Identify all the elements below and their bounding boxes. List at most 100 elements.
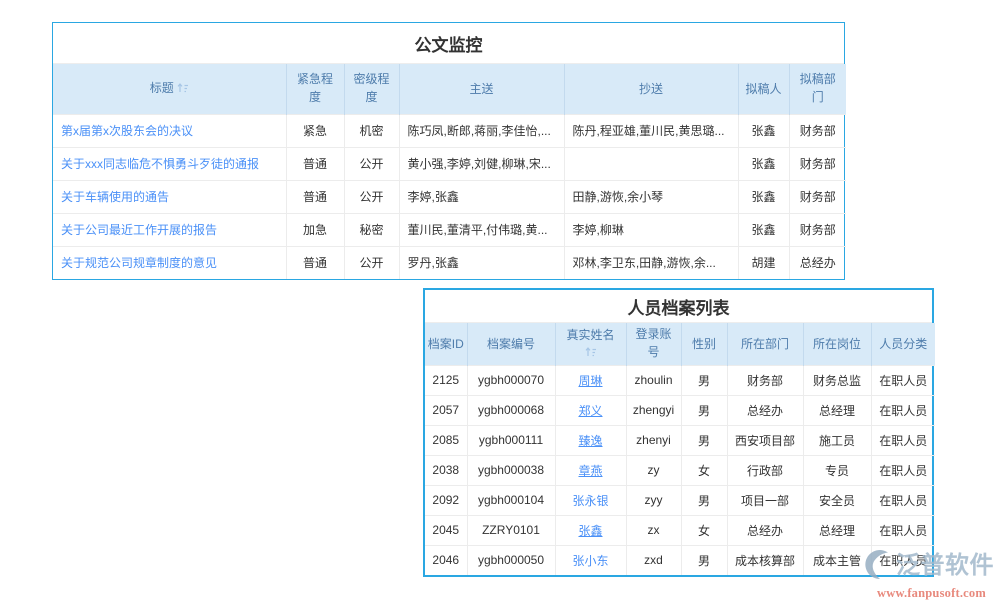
cell-department: 财务部 (727, 365, 803, 395)
cell-main-send: 李婷,张鑫 (399, 180, 564, 213)
column-label: 所在部门 (741, 337, 789, 351)
cell-title: 第x届第x次股东会的决议 (53, 114, 286, 147)
column-label: 档案ID (428, 337, 464, 351)
fanpu-url-text: www.fanpusoft.com (877, 586, 1000, 600)
cell-gender: 女 (681, 455, 727, 485)
column-label: 性别 (692, 337, 716, 351)
cell-main-send: 董川民,董清平,付伟璐,黄... (399, 213, 564, 246)
cell-main-send: 陈巧凤,断郎,蒋丽,李佳怡,... (399, 114, 564, 147)
doc-monitor-title: 公文监控 (53, 23, 844, 64)
cell-login-account: zxd (626, 545, 681, 575)
doc-row: 关于规范公司规章制度的意见普通公开罗丹,张鑫邓林,李卫东,田静,游恢,余...胡… (53, 246, 846, 279)
cell-gender: 男 (681, 395, 727, 425)
cell-department: 总经办 (727, 395, 803, 425)
doc-monitor-table: 公文监控 标题 紧急程度密级程度 主送 抄送 拟稿人拟稿部门 第x届第x次股东会的决议紧… (52, 22, 845, 280)
cell-real-name: 张永银 (555, 485, 626, 515)
cell-archive-code: ygbh000111 (467, 425, 555, 455)
cell-real-name: 章燕 (555, 455, 626, 485)
cell-real-name: 张小东 (555, 545, 626, 575)
cell-department: 项目一部 (727, 485, 803, 515)
cell-title: 关于xxx同志临危不惧勇斗歹徒的通报 (53, 147, 286, 180)
real-name-link[interactable]: 张鑫 (578, 524, 602, 538)
cell-real-name: 周琳 (555, 365, 626, 395)
column-label: 抄送 (639, 82, 663, 96)
doc-title-link[interactable]: 关于规范公司规章制度的意见 (61, 256, 217, 270)
personnel-row: 2085ygbh000111臻逸zhenyi男西安项目部施工员在职人员 (425, 425, 935, 455)
doc-row: 第x届第x次股东会的决议紧急机密陈巧凤,断郎,蒋丽,李佳怡,...陈丹,程亚雄,… (53, 114, 846, 147)
cell-gender: 男 (681, 365, 727, 395)
cell-category: 在职人员 (871, 485, 935, 515)
cell-cc-send: 邓林,李卫东,田静,游恢,余... (564, 246, 738, 279)
cell-archive-id: 2092 (425, 485, 467, 515)
column-header-cc-send[interactable]: 抄送 (564, 64, 738, 114)
column-label: 主送 (469, 82, 493, 96)
personnel-row: 2038ygbh000038章燕zy女行政部专员在职人员 (425, 455, 935, 485)
cell-archive-code: ygbh000070 (467, 365, 555, 395)
column-header-main-send[interactable]: 主送 (399, 64, 564, 114)
doc-title-link[interactable]: 关于xxx同志临危不惧勇斗歹徒的通报 (61, 157, 259, 171)
cell-drafter: 张鑫 (738, 180, 789, 213)
cell-category: 在职人员 (871, 365, 935, 395)
column-label: 密级程度 (354, 71, 390, 106)
column-header-urgency[interactable]: 紧急程度 (286, 64, 344, 114)
real-name-link[interactable]: 周琳 (578, 374, 602, 388)
doc-title-link[interactable]: 关于车辆使用的通告 (61, 190, 169, 204)
fanpu-swoosh-icon (858, 546, 894, 586)
cell-post: 施工员 (803, 425, 871, 455)
cell-urgency: 普通 (286, 180, 344, 213)
personnel-archive-table: 人员档案列表 档案ID档案编号真实姓名登录账号性别所在部门所在岗位人员分类 21… (423, 288, 934, 577)
real-name-link[interactable]: 张永银 (572, 494, 608, 508)
real-name-link[interactable]: 张小东 (572, 554, 608, 568)
cell-title: 关于规范公司规章制度的意见 (53, 246, 286, 279)
cell-post: 总经理 (803, 395, 871, 425)
column-label: 登录账号 (636, 326, 672, 361)
cell-title: 关于车辆使用的通告 (53, 180, 286, 213)
real-name-link[interactable]: 臻逸 (578, 434, 602, 448)
column-header-gender[interactable]: 性别 (681, 323, 727, 365)
column-header-post[interactable]: 所在岗位 (803, 323, 871, 365)
cell-title: 关于公司最近工作开展的报告 (53, 213, 286, 246)
column-header-category[interactable]: 人员分类 (871, 323, 935, 365)
real-name-link[interactable]: 章燕 (578, 464, 602, 478)
real-name-link[interactable]: 郑义 (578, 404, 602, 418)
cell-main-send: 黄小强,李婷,刘健,柳琳,宋... (399, 147, 564, 180)
cell-cc-send: 李婷,柳琳 (564, 213, 738, 246)
cell-real-name: 郑义 (555, 395, 626, 425)
column-header-title[interactable]: 标题 (53, 64, 286, 114)
column-header-security[interactable]: 密级程度 (344, 64, 399, 114)
column-header-draft-dept[interactable]: 拟稿部门 (789, 64, 846, 114)
cell-drafter: 张鑫 (738, 114, 789, 147)
cell-archive-code: ygbh000050 (467, 545, 555, 575)
cell-draft-dept: 财务部 (789, 114, 846, 147)
cell-archive-id: 2046 (425, 545, 467, 575)
cell-archive-id: 2045 (425, 515, 467, 545)
cell-real-name: 张鑫 (555, 515, 626, 545)
cell-archive-code: ygbh000038 (467, 455, 555, 485)
column-header-archive-id[interactable]: 档案ID (425, 323, 467, 365)
doc-title-link[interactable]: 关于公司最近工作开展的报告 (61, 223, 217, 237)
cell-security: 公开 (344, 180, 399, 213)
doc-row: 关于车辆使用的通告普通公开李婷,张鑫田静,游恢,余小琴张鑫财务部 (53, 180, 846, 213)
column-header-real-name[interactable]: 真实姓名 (555, 323, 626, 365)
cell-archive-id: 2125 (425, 365, 467, 395)
cell-department: 行政部 (727, 455, 803, 485)
cell-real-name: 臻逸 (555, 425, 626, 455)
personnel-row: 2045ZZRY0101张鑫zx女总经办总经理在职人员 (425, 515, 935, 545)
cell-archive-code: ygbh000104 (467, 485, 555, 515)
column-header-login-account[interactable]: 登录账号 (626, 323, 681, 365)
cell-archive-id: 2038 (425, 455, 467, 485)
cell-login-account: zx (626, 515, 681, 545)
column-header-department[interactable]: 所在部门 (727, 323, 803, 365)
cell-main-send: 罗丹,张鑫 (399, 246, 564, 279)
column-label: 紧急程度 (297, 71, 333, 106)
column-label: 标题 (150, 81, 174, 95)
cell-post: 总经理 (803, 515, 871, 545)
cell-security: 秘密 (344, 213, 399, 246)
column-header-drafter[interactable]: 拟稿人 (738, 64, 789, 114)
column-header-archive-code[interactable]: 档案编号 (467, 323, 555, 365)
cell-post: 安全员 (803, 485, 871, 515)
cell-draft-dept: 财务部 (789, 147, 846, 180)
column-label: 所在岗位 (813, 337, 861, 351)
cell-category: 在职人员 (871, 515, 935, 545)
doc-title-link[interactable]: 第x届第x次股东会的决议 (61, 124, 193, 138)
